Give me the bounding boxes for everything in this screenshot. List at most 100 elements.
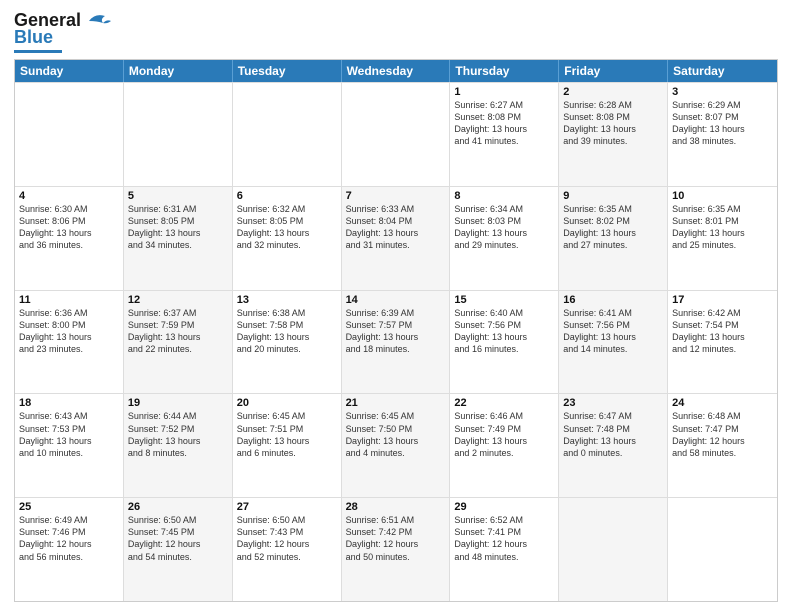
- calendar-cell: [668, 498, 777, 601]
- calendar-cell: [124, 83, 233, 186]
- day-number: 7: [346, 190, 446, 202]
- cell-info: Sunrise: 6:32 AM Sunset: 8:05 PM Dayligh…: [237, 203, 337, 252]
- day-header-friday: Friday: [559, 60, 668, 82]
- day-number: 13: [237, 294, 337, 306]
- calendar-cell: 6Sunrise: 6:32 AM Sunset: 8:05 PM Daylig…: [233, 187, 342, 290]
- cell-info: Sunrise: 6:49 AM Sunset: 7:46 PM Dayligh…: [19, 514, 119, 563]
- day-number: 15: [454, 294, 554, 306]
- header: General Blue: [14, 10, 778, 53]
- calendar-cell: 19Sunrise: 6:44 AM Sunset: 7:52 PM Dayli…: [124, 394, 233, 497]
- day-number: 6: [237, 190, 337, 202]
- day-header-thursday: Thursday: [450, 60, 559, 82]
- calendar-cell: 17Sunrise: 6:42 AM Sunset: 7:54 PM Dayli…: [668, 291, 777, 394]
- cell-info: Sunrise: 6:31 AM Sunset: 8:05 PM Dayligh…: [128, 203, 228, 252]
- calendar-cell: 1Sunrise: 6:27 AM Sunset: 8:08 PM Daylig…: [450, 83, 559, 186]
- cell-info: Sunrise: 6:37 AM Sunset: 7:59 PM Dayligh…: [128, 307, 228, 356]
- day-number: 27: [237, 501, 337, 513]
- cell-info: Sunrise: 6:36 AM Sunset: 8:00 PM Dayligh…: [19, 307, 119, 356]
- calendar-cell: 5Sunrise: 6:31 AM Sunset: 8:05 PM Daylig…: [124, 187, 233, 290]
- day-number: 17: [672, 294, 773, 306]
- calendar-cell: 27Sunrise: 6:50 AM Sunset: 7:43 PM Dayli…: [233, 498, 342, 601]
- calendar-cell: 21Sunrise: 6:45 AM Sunset: 7:50 PM Dayli…: [342, 394, 451, 497]
- day-number: 25: [19, 501, 119, 513]
- calendar-header-row: SundayMondayTuesdayWednesdayThursdayFrid…: [15, 60, 777, 82]
- cell-info: Sunrise: 6:40 AM Sunset: 7:56 PM Dayligh…: [454, 307, 554, 356]
- page: General Blue SundayMondayTuesdayWednesda…: [0, 0, 792, 612]
- cell-info: Sunrise: 6:43 AM Sunset: 7:53 PM Dayligh…: [19, 410, 119, 459]
- calendar-cell: 12Sunrise: 6:37 AM Sunset: 7:59 PM Dayli…: [124, 291, 233, 394]
- calendar-week-4: 18Sunrise: 6:43 AM Sunset: 7:53 PM Dayli…: [15, 393, 777, 497]
- day-number: 10: [672, 190, 773, 202]
- calendar-cell: 11Sunrise: 6:36 AM Sunset: 8:00 PM Dayli…: [15, 291, 124, 394]
- day-header-tuesday: Tuesday: [233, 60, 342, 82]
- cell-info: Sunrise: 6:50 AM Sunset: 7:43 PM Dayligh…: [237, 514, 337, 563]
- calendar-cell: 26Sunrise: 6:50 AM Sunset: 7:45 PM Dayli…: [124, 498, 233, 601]
- day-number: 21: [346, 397, 446, 409]
- calendar-cell: 18Sunrise: 6:43 AM Sunset: 7:53 PM Dayli…: [15, 394, 124, 497]
- cell-info: Sunrise: 6:38 AM Sunset: 7:58 PM Dayligh…: [237, 307, 337, 356]
- cell-info: Sunrise: 6:44 AM Sunset: 7:52 PM Dayligh…: [128, 410, 228, 459]
- calendar-body: 1Sunrise: 6:27 AM Sunset: 8:08 PM Daylig…: [15, 82, 777, 601]
- day-number: 23: [563, 397, 663, 409]
- cell-info: Sunrise: 6:45 AM Sunset: 7:51 PM Dayligh…: [237, 410, 337, 459]
- day-number: 16: [563, 294, 663, 306]
- cell-info: Sunrise: 6:28 AM Sunset: 8:08 PM Dayligh…: [563, 99, 663, 148]
- cell-info: Sunrise: 6:35 AM Sunset: 8:02 PM Dayligh…: [563, 203, 663, 252]
- calendar-cell: 29Sunrise: 6:52 AM Sunset: 7:41 PM Dayli…: [450, 498, 559, 601]
- day-number: 26: [128, 501, 228, 513]
- calendar-cell: [15, 83, 124, 186]
- calendar-cell: 24Sunrise: 6:48 AM Sunset: 7:47 PM Dayli…: [668, 394, 777, 497]
- calendar-cell: [233, 83, 342, 186]
- calendar-cell: 9Sunrise: 6:35 AM Sunset: 8:02 PM Daylig…: [559, 187, 668, 290]
- calendar-week-5: 25Sunrise: 6:49 AM Sunset: 7:46 PM Dayli…: [15, 497, 777, 601]
- cell-info: Sunrise: 6:34 AM Sunset: 8:03 PM Dayligh…: [454, 203, 554, 252]
- day-number: 4: [19, 190, 119, 202]
- cell-info: Sunrise: 6:46 AM Sunset: 7:49 PM Dayligh…: [454, 410, 554, 459]
- calendar-cell: 16Sunrise: 6:41 AM Sunset: 7:56 PM Dayli…: [559, 291, 668, 394]
- day-number: 5: [128, 190, 228, 202]
- calendar-cell: 14Sunrise: 6:39 AM Sunset: 7:57 PM Dayli…: [342, 291, 451, 394]
- logo-bird-icon: [85, 11, 113, 31]
- calendar-cell: 25Sunrise: 6:49 AM Sunset: 7:46 PM Dayli…: [15, 498, 124, 601]
- day-number: 3: [672, 86, 773, 98]
- cell-info: Sunrise: 6:27 AM Sunset: 8:08 PM Dayligh…: [454, 99, 554, 148]
- day-number: 1: [454, 86, 554, 98]
- day-number: 20: [237, 397, 337, 409]
- cell-info: Sunrise: 6:39 AM Sunset: 7:57 PM Dayligh…: [346, 307, 446, 356]
- calendar-week-3: 11Sunrise: 6:36 AM Sunset: 8:00 PM Dayli…: [15, 290, 777, 394]
- cell-info: Sunrise: 6:50 AM Sunset: 7:45 PM Dayligh…: [128, 514, 228, 563]
- day-number: 9: [563, 190, 663, 202]
- calendar-cell: 8Sunrise: 6:34 AM Sunset: 8:03 PM Daylig…: [450, 187, 559, 290]
- calendar-week-1: 1Sunrise: 6:27 AM Sunset: 8:08 PM Daylig…: [15, 82, 777, 186]
- logo: General Blue: [14, 10, 113, 53]
- calendar-cell: 4Sunrise: 6:30 AM Sunset: 8:06 PM Daylig…: [15, 187, 124, 290]
- cell-info: Sunrise: 6:29 AM Sunset: 8:07 PM Dayligh…: [672, 99, 773, 148]
- calendar-week-2: 4Sunrise: 6:30 AM Sunset: 8:06 PM Daylig…: [15, 186, 777, 290]
- cell-info: Sunrise: 6:41 AM Sunset: 7:56 PM Dayligh…: [563, 307, 663, 356]
- day-number: 22: [454, 397, 554, 409]
- day-number: 14: [346, 294, 446, 306]
- calendar-cell: [342, 83, 451, 186]
- cell-info: Sunrise: 6:45 AM Sunset: 7:50 PM Dayligh…: [346, 410, 446, 459]
- cell-info: Sunrise: 6:51 AM Sunset: 7:42 PM Dayligh…: [346, 514, 446, 563]
- day-header-sunday: Sunday: [15, 60, 124, 82]
- day-header-monday: Monday: [124, 60, 233, 82]
- logo-underline: [14, 50, 62, 53]
- cell-info: Sunrise: 6:47 AM Sunset: 7:48 PM Dayligh…: [563, 410, 663, 459]
- calendar: SundayMondayTuesdayWednesdayThursdayFrid…: [14, 59, 778, 602]
- day-number: 12: [128, 294, 228, 306]
- calendar-cell: 15Sunrise: 6:40 AM Sunset: 7:56 PM Dayli…: [450, 291, 559, 394]
- cell-info: Sunrise: 6:33 AM Sunset: 8:04 PM Dayligh…: [346, 203, 446, 252]
- day-header-saturday: Saturday: [668, 60, 777, 82]
- cell-info: Sunrise: 6:48 AM Sunset: 7:47 PM Dayligh…: [672, 410, 773, 459]
- cell-info: Sunrise: 6:52 AM Sunset: 7:41 PM Dayligh…: [454, 514, 554, 563]
- day-number: 2: [563, 86, 663, 98]
- calendar-cell: [559, 498, 668, 601]
- day-header-wednesday: Wednesday: [342, 60, 451, 82]
- day-number: 28: [346, 501, 446, 513]
- calendar-cell: 10Sunrise: 6:35 AM Sunset: 8:01 PM Dayli…: [668, 187, 777, 290]
- cell-info: Sunrise: 6:30 AM Sunset: 8:06 PM Dayligh…: [19, 203, 119, 252]
- calendar-cell: 22Sunrise: 6:46 AM Sunset: 7:49 PM Dayli…: [450, 394, 559, 497]
- calendar-cell: 2Sunrise: 6:28 AM Sunset: 8:08 PM Daylig…: [559, 83, 668, 186]
- cell-info: Sunrise: 6:42 AM Sunset: 7:54 PM Dayligh…: [672, 307, 773, 356]
